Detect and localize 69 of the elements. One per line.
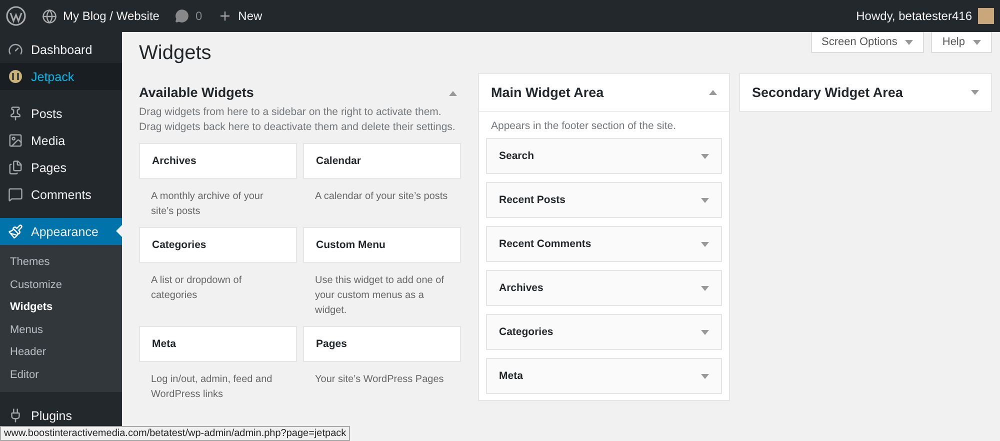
menu-item[interactable]: Comments [0,181,122,208]
collapse-arrow-icon[interactable] [709,90,717,95]
paintbrush-icon [8,224,23,239]
pages-icon [8,160,23,175]
widget-card[interactable]: Archives [139,143,297,179]
menu-item[interactable]: Posts [0,100,122,127]
dropdown-tab-button[interactable]: Screen Options [810,32,924,53]
menu-item[interactable]: Jetpack [0,63,122,90]
pin-icon [8,106,23,121]
menu-item[interactable]: Media [0,127,122,154]
expand-arrow-icon[interactable] [701,374,709,378]
widget-card[interactable]: Pages [303,326,461,362]
submenu-item[interactable]: Customize [0,274,122,296]
menu-item[interactable]: Pages [0,154,122,181]
widget-area-description: Appears in the footer section of the site. [490,119,678,134]
widget-description: Your site’s WordPress Pages [314,373,445,387]
globe-icon [42,8,57,24]
expand-arrow-icon[interactable] [701,154,709,158]
widget-area-title[interactable]: Secondary Widget Area [752,85,903,100]
widget-description: Log in/out, admin, feed and WordPress links [150,373,274,402]
expand-arrow-icon[interactable] [905,40,914,44]
section-title: Available Widgets [139,84,254,100]
comment-icon [175,9,190,23]
collapse-arrow-icon[interactable] [449,91,457,96]
widget-card[interactable]: Categories [139,227,297,263]
badge-icon [8,69,23,84]
submenu-item[interactable]: Widgets [0,296,122,318]
widget-card[interactable]: Meta [139,326,297,362]
widget-row[interactable]: Recent Comments [486,226,722,262]
expand-arrow-icon[interactable] [701,242,709,246]
logo-icon[interactable] [6,6,26,26]
plug-icon [8,408,23,423]
submenu-item[interactable]: Menus [0,318,122,341]
page-title: Widgets [139,42,212,65]
widget-row[interactable]: Recent Posts [486,182,722,218]
widget-row[interactable]: Search [486,138,722,174]
status-url-tooltip: www.boostinteractivemedia.com/betatest/wp-admin/admin.php?page=jetpack [0,426,350,441]
widget-description: A monthly archive of your site’s posts [150,190,264,219]
widget-row[interactable]: Meta [486,358,722,394]
avatar-placeholder [978,8,994,24]
widget-row[interactable]: Categories [486,314,722,350]
site-name-link[interactable]: My Blog / Website [42,8,160,24]
plus-icon [218,9,232,23]
widget-description: A calendar of your site’s posts [314,190,449,204]
widget-card[interactable]: Custom Menu [303,227,461,263]
widget-description: Use this widget to add one of your custom menus as a widget. [314,274,445,318]
widget-area-title[interactable]: Main Widget Area [491,85,604,100]
widget-description: A list or dropdown of categories [150,274,243,303]
widget-card[interactable]: Calendar [303,143,461,179]
new-link[interactable]: New [218,9,262,23]
expand-arrow-icon[interactable] [701,330,709,334]
comment-icon [8,187,23,202]
dropdown-tab-button[interactable]: Help [931,32,992,53]
account-link[interactable]: Howdy, betatester416 [856,8,994,24]
expand-arrow-icon[interactable] [701,198,709,202]
menu-item[interactable]: Plugins [0,402,122,429]
expand-arrow-icon[interactable] [973,40,981,44]
comments-link[interactable]: 0 [175,9,202,23]
section-description: Drag widgets from here to a sidebar on the right to activate them. Drag widgets back here to deactivate them and delete their settings. [139,105,456,135]
submenu-item[interactable]: Editor [0,364,122,386]
widget-row[interactable]: Archives [486,270,722,306]
media-icon [8,133,23,148]
menu-item[interactable]: Dashboard [0,36,122,63]
dashboard-icon [8,42,23,57]
submenu-item[interactable]: Themes [0,251,122,274]
submenu-item[interactable]: Header [0,341,122,364]
expand-arrow-icon[interactable] [971,90,979,95]
menu-item[interactable]: Appearance [0,218,122,245]
expand-arrow-icon[interactable] [701,286,709,290]
